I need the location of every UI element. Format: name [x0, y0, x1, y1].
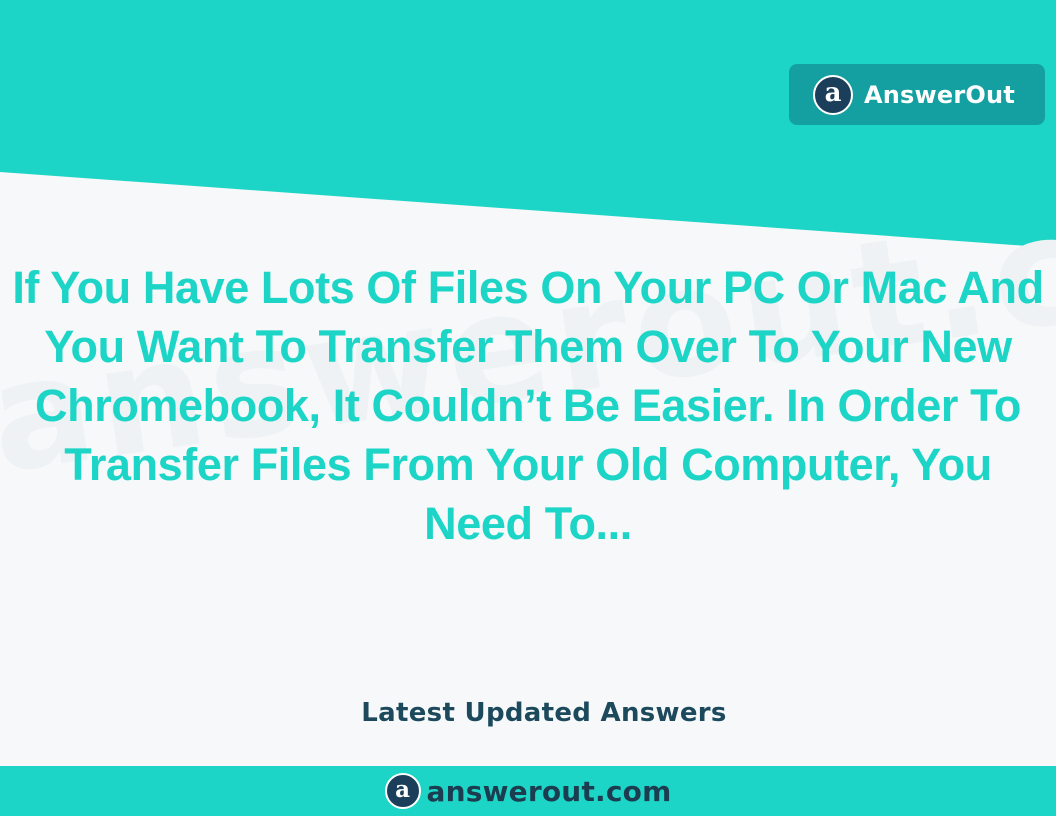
footer-banner: a answerout.com [0, 766, 1056, 816]
answerout-footer-logo-icon: a [384, 773, 421, 809]
brand-badge[interactable]: a AnswerOut [789, 64, 1045, 125]
tagline: Latest Updated Answers [361, 698, 727, 728]
headline: If You Have Lots Of Files On Your PC Or … [12, 262, 1044, 549]
footer-domain-text: answerout.com [426, 774, 672, 808]
footer-domain-link[interactable]: a answerout.com [384, 773, 672, 809]
answerout-logo-icon: a [813, 74, 853, 115]
brand-name: AnswerOut [864, 80, 1015, 109]
